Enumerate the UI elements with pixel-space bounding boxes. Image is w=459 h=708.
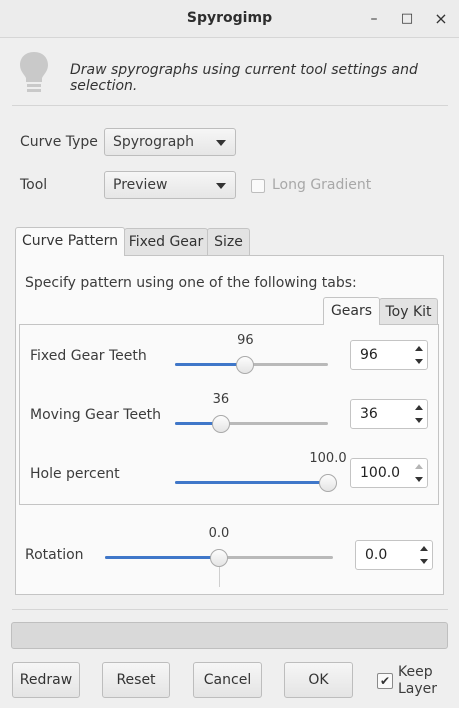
window-title: Spyrogimp: [186, 10, 273, 26]
spin-value: 96: [360, 347, 378, 363]
spin-down-icon[interactable]: [415, 477, 423, 482]
slider-label: Fixed Gear Teeth: [30, 348, 147, 364]
header-description: Draw spyrographs using current tool sett…: [70, 62, 418, 94]
slider-fill: [175, 481, 328, 484]
slider-row: Moving Gear Teeth 36 36: [0, 392, 459, 448]
header-divider: [12, 105, 448, 106]
spin-down-icon[interactable]: [420, 559, 428, 564]
minimize-button[interactable]: –: [363, 8, 385, 30]
active-tab-join: [16, 253, 124, 257]
pattern-instruction: Specify pattern using one of the followi…: [25, 275, 357, 291]
slider-label: Moving Gear Teeth: [30, 407, 162, 423]
rotation-fill: [105, 556, 219, 559]
footer-divider: [12, 609, 448, 610]
gears-tab-join: [324, 322, 379, 326]
reset-button[interactable]: Reset: [102, 662, 170, 698]
tab-toy-kit[interactable]: Toy Kit: [379, 298, 438, 326]
keep-layer-label-line2: Layer: [398, 681, 438, 697]
slider-handle[interactable]: [319, 474, 337, 492]
keep-layer-label: Keep Layer: [398, 664, 437, 698]
spin-up-icon[interactable]: [420, 546, 428, 551]
tab-size[interactable]: Size: [207, 228, 250, 256]
curve-type-value: Spyrograph: [113, 134, 195, 150]
tab-fixed-gear[interactable]: Fixed Gear: [124, 228, 208, 256]
spin-up-icon[interactable]: [415, 405, 423, 410]
rotation-spin-input[interactable]: 0.0: [355, 540, 433, 570]
lightbulb-icon: [18, 50, 50, 96]
rotation-handle[interactable]: [210, 549, 228, 567]
spin-value: 100.0: [360, 465, 401, 481]
progress-bar: [11, 622, 448, 649]
spin-down-icon[interactable]: [415, 359, 423, 364]
long-gradient-checkbox[interactable]: [251, 179, 265, 193]
slider-handle[interactable]: [236, 356, 255, 374]
spin-up-icon[interactable]: [415, 464, 423, 469]
maximize-button[interactable]: □: [396, 8, 418, 30]
tool-label: Tool: [20, 177, 48, 193]
slider-row: Hole percent 100.0 100.0: [0, 451, 459, 507]
tool-value: Preview: [113, 177, 168, 193]
rotation-row: Rotation 0.0 0.0: [0, 524, 459, 588]
rotation-label: Rotation: [25, 547, 84, 563]
spin-input[interactable]: 36: [350, 399, 428, 429]
spin-down-icon[interactable]: [415, 418, 423, 423]
spin-input[interactable]: 96: [350, 340, 428, 370]
spin-value: 0.0: [365, 547, 388, 563]
chevron-down-icon: [216, 140, 226, 146]
curve-type-dropdown[interactable]: Spyrograph: [104, 128, 236, 156]
keep-layer-checkbox[interactable]: ✔: [377, 673, 393, 689]
slider-value-label: 96: [237, 333, 254, 348]
slider-fill: [175, 363, 246, 366]
chevron-down-icon: [216, 183, 226, 189]
long-gradient-label: Long Gradient: [272, 177, 372, 193]
tab-curve-pattern[interactable]: Curve Pattern: [15, 227, 125, 256]
curve-type-label: Curve Type: [20, 134, 98, 150]
rotation-value-label: 0.0: [208, 526, 230, 541]
slider-label: Hole percent: [30, 466, 120, 482]
ok-button[interactable]: OK: [284, 662, 353, 698]
redraw-button[interactable]: Redraw: [12, 662, 80, 698]
spin-up-icon[interactable]: [415, 346, 423, 351]
slider-value-label: 36: [212, 392, 230, 407]
tool-dropdown[interactable]: Preview: [104, 171, 236, 199]
spin-input[interactable]: 100.0: [350, 458, 428, 488]
spin-value: 36: [360, 406, 378, 422]
keep-layer-label-line1: Keep: [398, 664, 433, 680]
rotation-center-mark: [219, 565, 220, 587]
slider-row: Fixed Gear Teeth 96 96: [0, 333, 459, 389]
slider-handle[interactable]: [211, 415, 230, 433]
close-button[interactable]: ×: [430, 8, 452, 30]
slider-value-label: 100.0: [309, 451, 347, 466]
cancel-button[interactable]: Cancel: [193, 662, 262, 698]
